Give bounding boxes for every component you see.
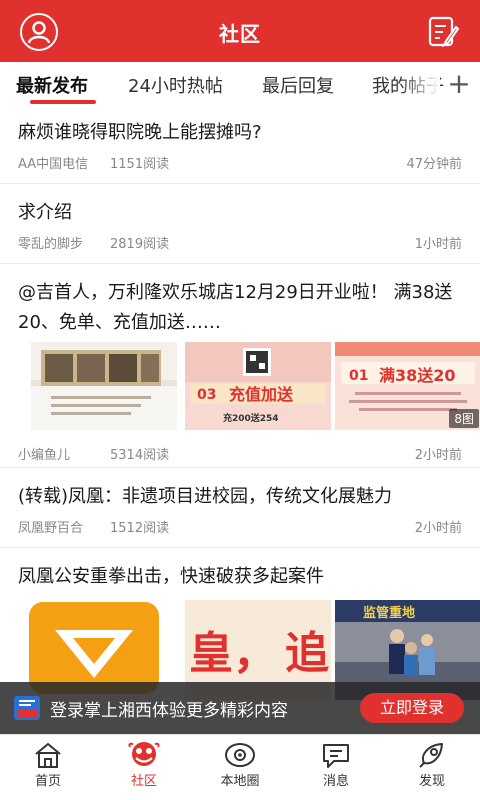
active-tab-indicator [30,100,96,104]
post-time: 2小时前 [414,448,462,463]
tab-last-reply[interactable]: 最后回复 [262,72,334,98]
home-icon [35,742,61,768]
post-image-sign: 监管重地 [363,605,415,621]
bottom-navigation: 首页 社区 本地圈 消息 发现 [0,734,480,800]
post-title[interactable]: @吉首人，万利隆欢乐城店12月29日开业啦！ 满38送20、免单、充值加送…… [18,278,462,338]
top-bar: 社区 [0,0,480,62]
post-read-count: 2819阅读 [110,237,170,252]
post-image[interactable]: 03 充值加送 充200送254 [185,342,331,430]
post-author[interactable]: 零乱的脚步 [18,233,83,252]
compose-post-icon[interactable] [426,15,460,49]
tab-24h-hot[interactable]: 24小时热帖 [128,72,223,98]
post-time: 47分钟前 [406,157,462,172]
post-item[interactable]: (转载)凤凰：非遗项目进校园，传统文化展魅力 凤凰野百合 1512阅读 2小时前 [0,468,480,548]
nav-discover[interactable]: 发现 [392,741,472,789]
svg-text:皇，: 皇， [189,628,277,679]
login-now-button[interactable]: 立即登录 [360,693,464,723]
post-image[interactable] [31,342,177,430]
nav-discover-label: 发现 [418,774,445,789]
nav-messages[interactable]: 消息 [296,741,376,789]
post-author[interactable]: 小编鱼儿 [18,444,70,463]
post-title[interactable]: (转载)凤凰：非遗项目进校园，传统文化展魅力 [18,482,462,512]
post-title[interactable]: 凤凰公安重拳出击，快速破获多起案件 [18,562,462,592]
nav-local-circle-label: 本地圈 [220,774,260,789]
post-item[interactable]: 麻烦谁晓得职院晚上能摆摊吗? AA中国电信 1151阅读 47分钟前 [0,106,480,184]
post-image[interactable]: 01 满38送20 8图 [335,342,480,430]
post-meta: AA中国电信 1151阅读 47分钟前 [18,153,462,175]
post-meta: 小编鱼儿 5314阅读 2小时前 [18,444,462,466]
discover-icon [419,743,443,768]
local-circle-icon [225,743,255,767]
login-banner: 登录掌上湘西体验更多精彩内容 立即登录 [0,682,480,734]
post-time: 2小时前 [414,521,462,536]
post-time: 1小时前 [414,237,462,252]
post-author[interactable]: AA中国电信 [18,153,88,172]
post-read-count: 1512阅读 [110,521,170,536]
post-item[interactable]: @吉首人，万利隆欢乐城店12月29日开业啦！ 满38送20、免单、充值加送…… [0,264,480,468]
post-image-caption: 满38送20 [379,366,456,385]
post-image-row: 03 充值加送 充200送254 01 满38送20 8图 [18,342,480,432]
post-read-count: 5314阅读 [110,448,170,463]
nav-community[interactable]: 社区 [104,741,184,789]
tab-bar: 最新发布 24小时热帖 最后回复 我的帖子 + [0,62,480,106]
message-icon [323,744,349,768]
post-meta: 凤凰野百合 1512阅读 2小时前 [18,517,462,539]
post-meta: 零乱的脚步 2819阅读 1小时前 [18,233,462,255]
post-image-caption: 充值加送 [229,385,294,404]
nav-community-label: 社区 [130,774,157,789]
post-image-number: 03 [197,387,216,403]
post-read-count: 1151阅读 [110,157,170,172]
app-logo-icon [14,696,40,720]
nav-local-circle[interactable]: 本地圈 [200,741,280,789]
nav-home-label: 首页 [34,774,61,789]
post-image-number: 01 [349,368,368,384]
post-item[interactable]: 求介绍 零乱的脚步 2819阅读 1小时前 [0,184,480,264]
login-promo-text: 登录掌上湘西体验更多精彩内容 [50,701,288,721]
post-image-subcaption: 充200送254 [223,412,279,424]
page-title: 社区 [219,22,261,46]
tab-fade [400,62,440,106]
tab-latest[interactable]: 最新发布 [16,72,88,98]
add-tab-icon[interactable]: + [444,66,474,102]
community-icon [128,742,160,766]
image-count-badge: 8图 [449,409,479,428]
post-author[interactable]: 凤凰野百合 [18,517,83,536]
nav-home[interactable]: 首页 [8,741,88,789]
nav-messages-label: 消息 [322,774,349,789]
post-title[interactable]: 麻烦谁晓得职院晚上能摆摊吗? [18,118,462,148]
post-feed[interactable]: 麻烦谁晓得职院晚上能摆摊吗? AA中国电信 1151阅读 47分钟前 求介绍 零… [0,106,480,708]
post-image-caption: 追 [285,628,329,679]
post-title[interactable]: 求介绍 [18,198,462,228]
